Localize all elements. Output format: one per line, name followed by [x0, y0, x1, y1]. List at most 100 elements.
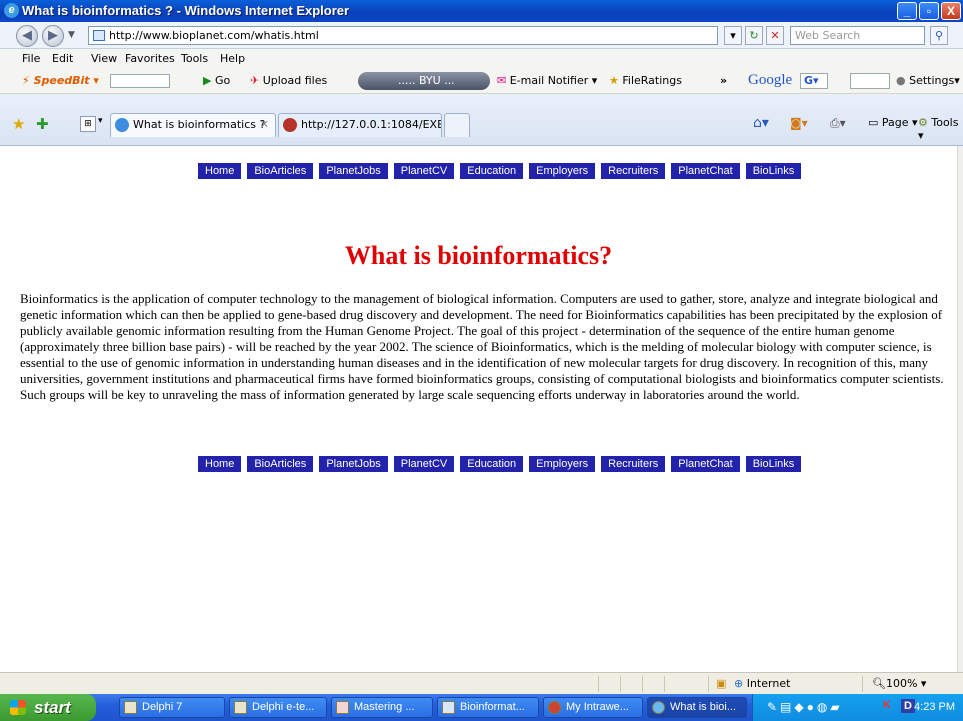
nav-biolinks[interactable]: BioLinks	[745, 163, 802, 179]
status-bar: ▣ ⊕ Internet 🔍︎100% ▾	[0, 672, 963, 694]
k-tray-icon[interactable]: K	[883, 699, 891, 711]
address-dropdown-icon[interactable]: ▾	[724, 26, 742, 45]
email-notifier-button[interactable]: ✉ E-mail Notifier ▾	[497, 74, 597, 87]
menu-edit[interactable]: Edit	[52, 52, 73, 65]
menu-favorites[interactable]: Favorites	[125, 52, 175, 65]
windows-logo-icon	[10, 700, 26, 715]
tools-menu[interactable]: ⚙ Tools ▾	[918, 116, 963, 142]
app-icon	[548, 701, 561, 714]
upload-files-button[interactable]: ✈ Upload files	[250, 74, 327, 87]
tab-inactive[interactable]: http://127.0.0.1:1084/EXEC...	[278, 113, 442, 137]
task-delphi-ete[interactable]: Delphi e-te...	[229, 697, 327, 718]
clock: 4:23 PM	[914, 701, 955, 713]
back-button[interactable]: ◀	[16, 25, 38, 47]
nav-planetcv[interactable]: PlanetCV	[393, 163, 455, 179]
speedbit-search-field[interactable]	[110, 74, 170, 88]
upload-label: Upload files	[262, 74, 328, 87]
chevron-more-icon[interactable]: »	[720, 74, 727, 87]
status-divider	[620, 676, 621, 692]
nav-education[interactable]: Education	[460, 456, 524, 472]
nav-bioarticles[interactable]: BioArticles	[247, 456, 314, 472]
task-label: My Intrawe...	[566, 701, 629, 713]
ie-icon	[652, 701, 665, 714]
site-favicon	[283, 118, 297, 132]
nav-biolinks[interactable]: BioLinks	[745, 456, 802, 472]
new-tab-button[interactable]	[444, 113, 470, 137]
task-what-is-bioi[interactable]: What is bioi...	[647, 697, 747, 718]
tab-active[interactable]: What is bioinformatics ? ✕	[110, 113, 276, 137]
email-notifier-label: E-mail Notifier	[509, 74, 589, 87]
vertical-scrollbar[interactable]	[957, 146, 963, 672]
nav-bioarticles[interactable]: BioArticles	[247, 163, 314, 179]
status-divider	[708, 676, 709, 692]
feeds-icon[interactable]: ◙▾	[790, 116, 808, 130]
close-button[interactable]: X	[941, 2, 961, 20]
speedbit-button[interactable]: ⚡ SpeedBit ▾	[22, 74, 99, 87]
nav-planetchat[interactable]: PlanetChat	[671, 456, 740, 472]
stop-icon[interactable]: ✕	[766, 26, 784, 45]
byu-player-widget[interactable]: ..... BYU ...	[358, 72, 490, 90]
d-tray-icon[interactable]: D	[901, 699, 915, 713]
task-bioinformat[interactable]: Bioinformat...	[437, 697, 539, 718]
google-g-dropdown[interactable]: G▾	[800, 73, 828, 89]
settings-button[interactable]: ● Settings▾	[896, 74, 960, 87]
nav-planetjobs[interactable]: PlanetJobs	[319, 163, 388, 179]
start-label: start	[34, 698, 71, 717]
home-icon[interactable]: ⌂▾	[753, 115, 769, 131]
word-icon	[442, 701, 455, 714]
nav-education[interactable]: Education	[460, 163, 524, 179]
nav-home[interactable]: Home	[198, 456, 242, 472]
page-icon	[93, 30, 105, 41]
menu-tools[interactable]: Tools	[181, 52, 208, 65]
task-label: What is bioi...	[670, 701, 737, 713]
google-logo: Google	[748, 72, 793, 88]
close-tab-icon[interactable]: ✕	[260, 114, 269, 136]
page-menu[interactable]: ▭ Page ▾	[868, 116, 918, 129]
menu-help[interactable]: Help	[220, 52, 245, 65]
search-icon[interactable]: ⚲	[930, 26, 948, 45]
zoom-label: 100%	[885, 677, 918, 690]
nav-employers[interactable]: Employers	[529, 163, 596, 179]
fileratings-button[interactable]: ★ FileRatings	[609, 74, 682, 87]
favorites-star-icon[interactable]: ★	[12, 115, 25, 133]
nav-planetchat[interactable]: PlanetChat	[671, 163, 740, 179]
zone-label: Internet	[746, 677, 791, 690]
nav-recruiters[interactable]: Recruiters	[601, 163, 666, 179]
tray-icons[interactable]: ✎▤◆●◍▰	[767, 700, 843, 714]
search-input[interactable]: Web Search	[790, 26, 925, 45]
refresh-icon[interactable]: ↻	[745, 26, 763, 45]
nav-planetcv[interactable]: PlanetCV	[393, 456, 455, 472]
history-dropdown-icon[interactable]: ▼	[68, 30, 75, 40]
minimize-button[interactable]: _	[897, 2, 917, 20]
menu-view[interactable]: View	[91, 52, 117, 65]
task-label: Delphi 7	[142, 701, 183, 713]
protected-mode-icon[interactable]: ▣	[716, 677, 726, 690]
nav-home[interactable]: Home	[198, 163, 242, 179]
quick-tabs-icon[interactable]: ⊞	[80, 116, 96, 132]
nav-planetjobs[interactable]: PlanetJobs	[319, 456, 388, 472]
tools-menu-label: Tools	[931, 116, 959, 129]
tab-label: What is bioinformatics ?	[133, 118, 266, 131]
system-tray: ✎▤◆●◍▰ K D 4:23 PM	[752, 694, 963, 721]
maximize-button[interactable]: ▫	[919, 2, 939, 20]
google-search-field[interactable]	[850, 73, 890, 89]
start-button[interactable]: start	[0, 694, 96, 721]
zoom-control[interactable]: 🔍︎100% ▾	[872, 677, 926, 690]
nav-employers[interactable]: Employers	[529, 456, 596, 472]
zone-indicator[interactable]: ⊕ Internet	[734, 677, 790, 690]
task-mastering[interactable]: Mastering ...	[331, 697, 433, 718]
url-input[interactable]: http://www.bioplanet.com/whatis.html	[88, 26, 718, 45]
tab-list-icon[interactable]: ▾	[98, 116, 103, 126]
page-menu-label: Page	[881, 116, 909, 129]
nav-recruiters[interactable]: Recruiters	[601, 456, 666, 472]
forward-button[interactable]: ▶	[42, 25, 64, 47]
print-icon[interactable]: ⎙▾	[830, 116, 846, 131]
menu-file[interactable]: File	[22, 52, 40, 65]
go-icon[interactable]: ▶ Go	[203, 74, 230, 87]
task-my-intraweb[interactable]: My Intrawe...	[543, 697, 643, 718]
settings-label: Settings	[909, 74, 955, 87]
task-delphi7[interactable]: Delphi 7	[119, 697, 225, 718]
add-favorites-icon[interactable]: ✚	[36, 115, 49, 133]
go-label: Go	[214, 74, 231, 87]
page-content: Home BioArticles PlanetJobs PlanetCV Edu…	[0, 146, 957, 672]
